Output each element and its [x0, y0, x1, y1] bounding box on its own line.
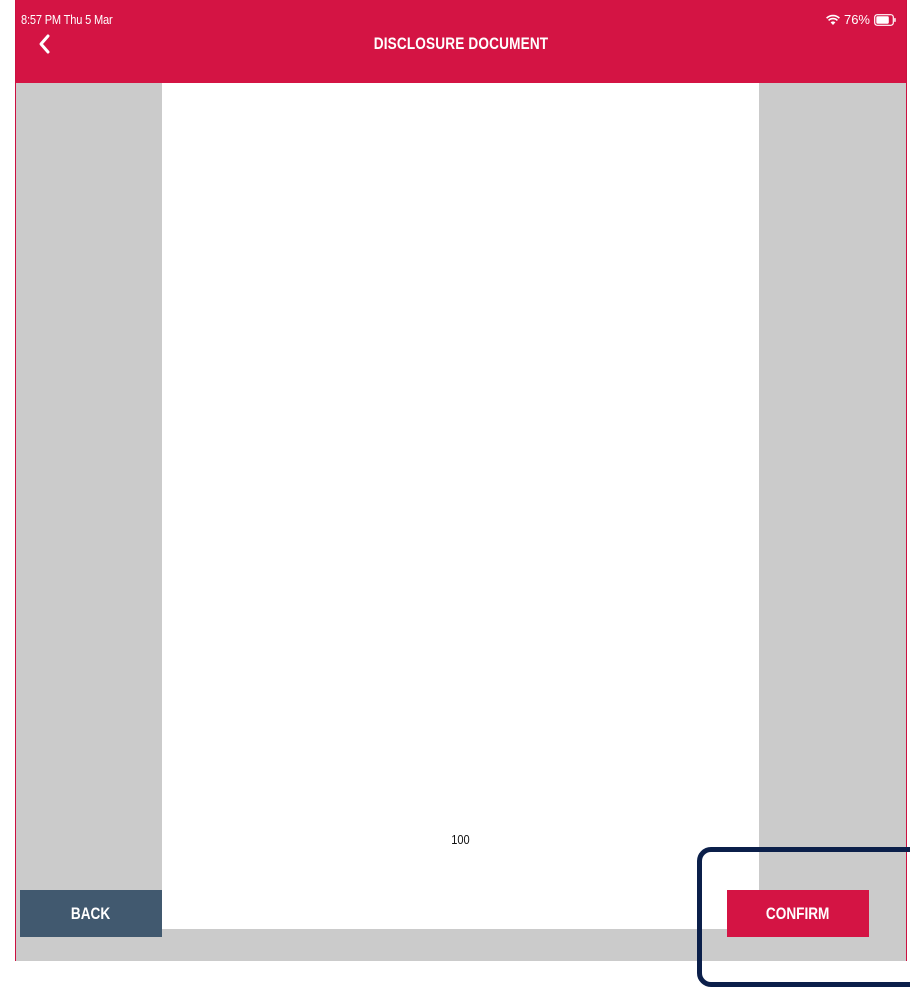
document-page[interactable]: 100 [162, 83, 759, 929]
back-button[interactable]: BACK [20, 890, 162, 937]
app-window: 8:57 PM Thu 5 Mar 76% DISCLOSURE DOCUMEN… [15, 0, 907, 961]
wifi-icon [826, 14, 840, 25]
page-number: 100 [451, 832, 470, 847]
screen-frame: 8:57 PM Thu 5 Mar 76% DISCLOSURE DOCUMEN… [0, 0, 910, 987]
status-time: 8:57 PM Thu 5 Mar [21, 12, 113, 27]
status-indicators: 76% [826, 12, 896, 27]
top-bar: 8:57 PM Thu 5 Mar 76% DISCLOSURE DOCUMEN… [16, 0, 906, 83]
battery-percent: 76% [843, 12, 870, 27]
back-button-label: BACK [71, 903, 111, 923]
confirm-button[interactable]: CONFIRM [727, 890, 869, 937]
chevron-left-icon[interactable] [36, 33, 52, 55]
page-title: DISCLOSURE DOCUMENT [373, 34, 549, 53]
battery-icon [874, 13, 896, 26]
confirm-button-label: CONFIRM [766, 903, 830, 923]
